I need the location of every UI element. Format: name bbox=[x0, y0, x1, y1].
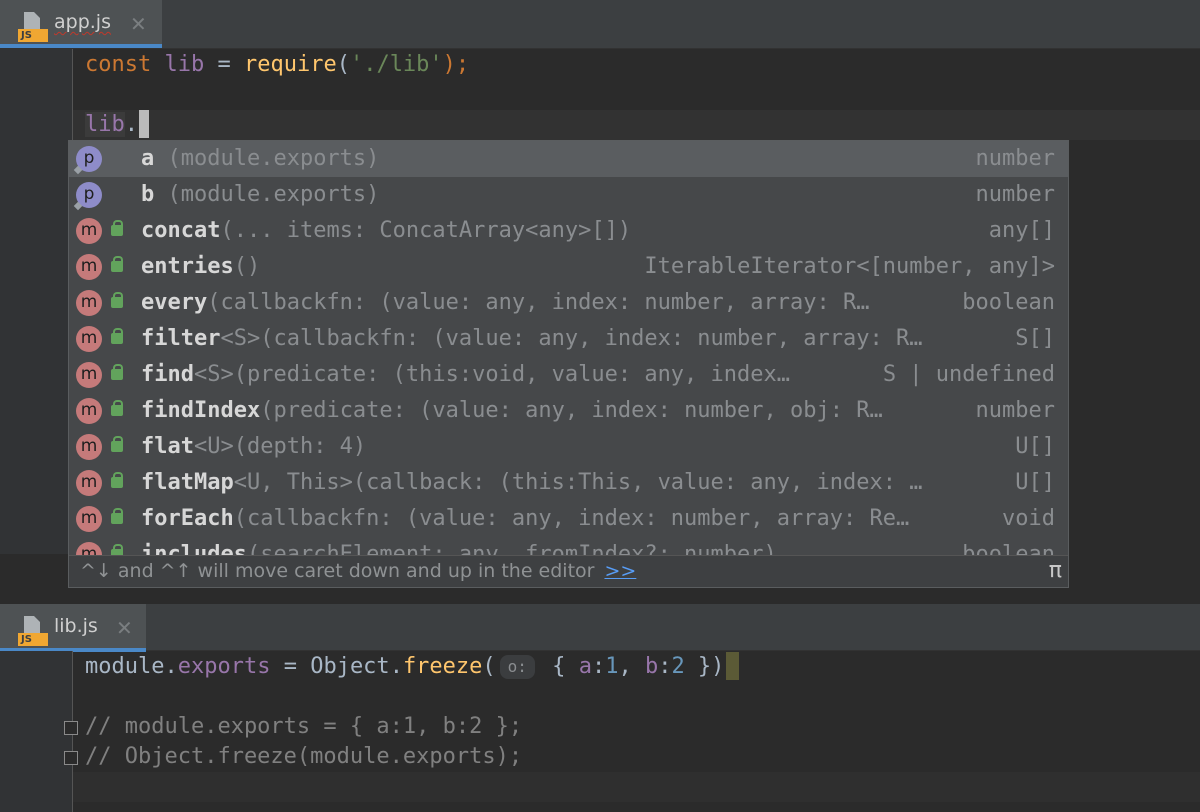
bottom-gutter bbox=[0, 651, 73, 812]
top-gutter bbox=[0, 49, 73, 554]
completion-item-label: findIndex(predicate: (value: any, index:… bbox=[141, 398, 883, 423]
bottom-tab-bar: JS lib.js ✕ bbox=[0, 604, 1200, 652]
js-file-icon: JS bbox=[18, 12, 48, 42]
js-file-icon: JS bbox=[18, 616, 48, 646]
completion-item[interactable]: m flatMap<U, This>(callback: (this:This, … bbox=[69, 465, 1068, 501]
completion-popup[interactable]: pa (module.exports) number p b (module.expo… bbox=[68, 140, 1069, 588]
lock-icon bbox=[111, 472, 123, 488]
completion-item-label: every(callbackfn: (value: any, index: nu… bbox=[141, 290, 870, 315]
code-line-1[interactable]: const lib = require('./lib'); bbox=[85, 50, 469, 80]
close-icon[interactable]: ✕ bbox=[116, 616, 133, 640]
close-icon[interactable]: ✕ bbox=[130, 12, 147, 36]
completion-item[interactable]: pa (module.exports) number bbox=[69, 141, 1068, 177]
code-line-3[interactable]: lib. bbox=[85, 110, 149, 140]
completion-item[interactable]: m every(callbackfn: (value: any, index: n… bbox=[69, 285, 1068, 321]
completion-item-label: entries() bbox=[141, 254, 261, 279]
completion-item-type: U[] bbox=[1015, 470, 1055, 495]
completion-item[interactable]: m find<S>(predicate: (this:void, value: a… bbox=[69, 357, 1068, 393]
lock-icon bbox=[111, 256, 123, 272]
completion-item[interactable]: m flat<U>(depth: 4) U[] bbox=[69, 429, 1068, 465]
tab-lib-js[interactable]: JS lib.js ✕ bbox=[0, 604, 146, 652]
completion-item[interactable]: m entries() IterableIterator<[number, any]… bbox=[69, 249, 1068, 285]
completion-item[interactable]: m concat(... items: ConcatArray<any>[]) an… bbox=[69, 213, 1068, 249]
code-line-lib-4[interactable]: // Object.freeze(module.exports); bbox=[85, 742, 522, 772]
completion-item-label: a (module.exports) bbox=[141, 146, 380, 171]
completion-item[interactable]: m findIndex(predicate: (value: any, index… bbox=[69, 393, 1068, 429]
method-icon: m bbox=[76, 506, 102, 532]
completion-hint-bar: ^↓ and ^↑ will move caret down and up in… bbox=[69, 555, 1068, 587]
bracket-match-marker bbox=[726, 652, 740, 680]
method-icon: m bbox=[76, 542, 102, 555]
code-line-lib-3[interactable]: // module.exports = { a:1, b:2 }; bbox=[85, 712, 522, 742]
completion-item-label: filter<S>(callbackfn: (value: any, index… bbox=[141, 326, 923, 351]
top-tab-bar: JS app.js ✕ bbox=[0, 0, 1200, 49]
tab-app-js[interactable]: JS app.js ✕ bbox=[0, 0, 162, 48]
completion-item-type: number bbox=[975, 398, 1055, 423]
completion-item-label: includes(searchElement: any, fromIndex?:… bbox=[141, 542, 777, 555]
completion-item[interactable]: m forEach(callbackfn: (value: any, index:… bbox=[69, 501, 1068, 537]
lock-icon bbox=[111, 220, 123, 236]
lock-icon bbox=[111, 400, 123, 416]
method-icon: m bbox=[76, 290, 102, 316]
completion-item[interactable]: m filter<S>(callbackfn: (value: any, inde… bbox=[69, 321, 1068, 357]
current-line-highlight bbox=[73, 110, 1200, 140]
code-line-lib-1[interactable]: module.exports = Object.freeze(o: { a:1,… bbox=[85, 652, 740, 682]
method-icon: m bbox=[76, 470, 102, 496]
hint-text: ^↓ and ^↑ will move caret down and up in… bbox=[80, 560, 595, 582]
lock-icon bbox=[111, 508, 123, 524]
completion-item-type: boolean bbox=[962, 542, 1055, 555]
method-icon: m bbox=[76, 218, 102, 244]
completion-item-label: forEach(callbackfn: (value: any, index: … bbox=[141, 506, 910, 531]
completion-item-type: boolean bbox=[962, 290, 1055, 315]
method-icon: m bbox=[76, 326, 102, 352]
completion-item-label: concat(... items: ConcatArray<any>[]) bbox=[141, 218, 632, 243]
completion-item-type: void bbox=[1002, 506, 1055, 531]
method-icon: m bbox=[76, 254, 102, 280]
text-caret bbox=[139, 110, 149, 138]
completion-item-label: b (module.exports) bbox=[141, 182, 380, 207]
completion-item-type: any[] bbox=[988, 218, 1055, 243]
lock-icon bbox=[111, 292, 123, 308]
completion-item-type: U[] bbox=[1015, 434, 1055, 459]
completion-item-label: find<S>(predicate: (this:void, value: an… bbox=[141, 362, 791, 387]
tab-label: lib.js bbox=[54, 615, 98, 637]
pi-icon[interactable]: π bbox=[1049, 556, 1062, 586]
current-line-highlight bbox=[73, 772, 1200, 802]
lock-icon bbox=[111, 328, 123, 344]
lock-icon bbox=[111, 364, 123, 380]
completion-item[interactable]: pb (module.exports) number bbox=[69, 177, 1068, 213]
fold-end-icon[interactable] bbox=[64, 751, 78, 765]
completion-list[interactable]: pa (module.exports) number p b (module.expo… bbox=[69, 141, 1068, 555]
method-icon: m bbox=[76, 362, 102, 388]
method-icon: m bbox=[76, 398, 102, 424]
method-icon: m bbox=[76, 434, 102, 460]
completion-item-type: number bbox=[975, 146, 1055, 171]
hint-more-link[interactable]: >> bbox=[604, 560, 636, 582]
parameter-hint: o: bbox=[499, 655, 535, 679]
completion-item-type: IterableIterator<[number, any]> bbox=[644, 254, 1055, 279]
completion-item-type: S | undefined bbox=[882, 362, 1055, 387]
fold-start-icon[interactable] bbox=[64, 721, 78, 735]
completion-item-label: flat<U>(depth: 4) bbox=[141, 434, 367, 459]
completion-item[interactable]: m includes(searchElement: any, fromIndex?… bbox=[69, 537, 1068, 555]
lock-icon bbox=[111, 436, 123, 452]
completion-item-label: flatMap<U, This>(callback: (this:This, v… bbox=[141, 470, 923, 495]
tab-label: app.js bbox=[54, 11, 111, 33]
completion-item-type: number bbox=[975, 182, 1055, 207]
completion-item-type: S[] bbox=[1015, 326, 1055, 351]
